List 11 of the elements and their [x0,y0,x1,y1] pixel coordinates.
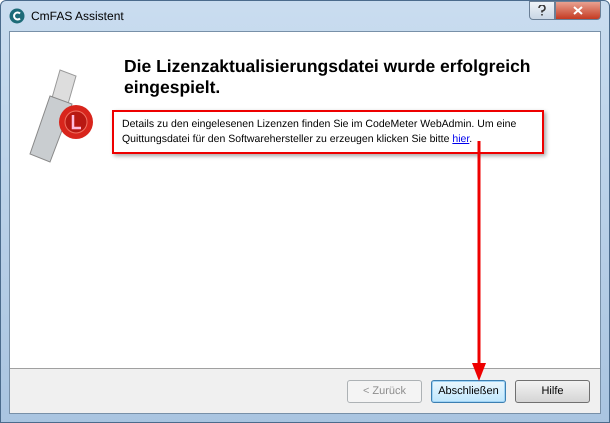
dialog-button[interactable]: Hilfe [515,380,590,402]
description-text: Details zu den eingelesenen Lizenzen finden Sie im CodeMeter WebAdmin. Um eine Quittungsdatei für den Softwarehersteller zu erzeugen klicken Sie bitte hier. [122,117,518,147]
here-link[interactable]: hier [452,133,470,145]
window-title: CmFAS Assistent [31,9,124,23]
close-icon [573,6,583,15]
app-logo-icon [9,8,25,24]
dialog-button[interactable]: Abschließen [431,380,506,402]
close-button[interactable] [555,1,601,20]
heading: Die Lizenzaktualisierungsdatei wurde erfolgreich eingespielt. [124,56,532,98]
question-mark-icon [538,5,546,16]
help-button[interactable] [529,1,555,20]
